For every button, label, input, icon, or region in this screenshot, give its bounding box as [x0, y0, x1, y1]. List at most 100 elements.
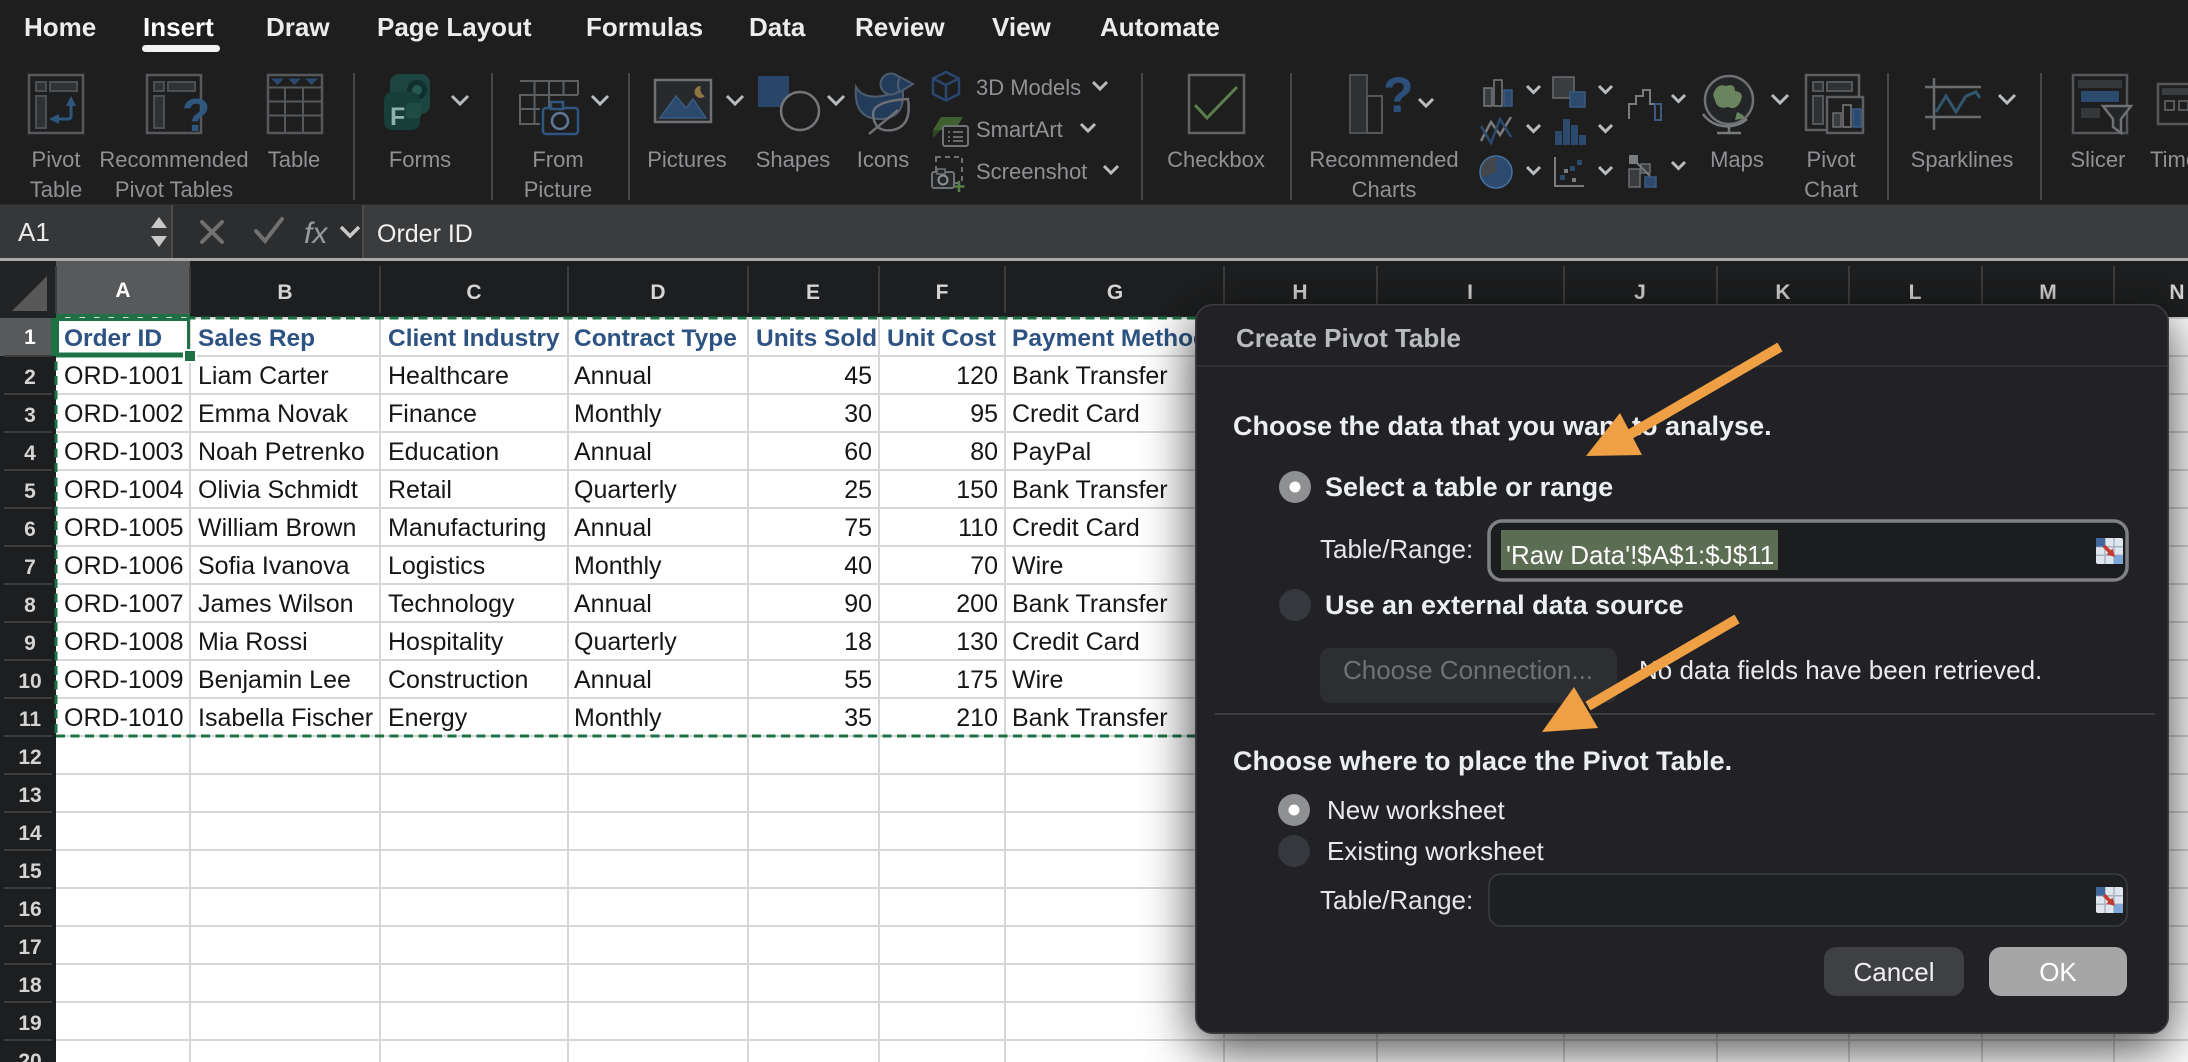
svg-text:ORD-1008: ORD-1008 [64, 628, 184, 656]
svg-text:18: 18 [18, 974, 42, 997]
svg-text:OK: OK [2039, 957, 2077, 987]
svg-text:PayPal: PayPal [1012, 438, 1091, 466]
svg-text:ORD-1002: ORD-1002 [64, 400, 184, 428]
svg-text:N: N [2169, 281, 2184, 304]
svg-text:Credit Card: Credit Card [1012, 628, 1140, 656]
svg-text:30: 30 [844, 400, 872, 428]
svg-text:James Wilson: James Wilson [198, 590, 354, 618]
svg-text:Bank Transfer: Bank Transfer [1012, 590, 1168, 618]
svg-text:Time: Time [2150, 147, 2188, 172]
svg-text:ORD-1004: ORD-1004 [64, 476, 184, 504]
svg-text:Logistics: Logistics [388, 552, 485, 580]
svg-text:Chart: Chart [1804, 177, 1858, 202]
svg-text:3D Models: 3D Models [976, 75, 1081, 100]
svg-text:D: D [650, 281, 665, 304]
svg-text:Home: Home [24, 12, 96, 42]
svg-text:Create Pivot Table: Create Pivot Table [1236, 323, 1461, 353]
svg-text:Sofia Ivanova: Sofia Ivanova [198, 552, 350, 580]
svg-text:25: 25 [844, 476, 872, 504]
svg-text:1: 1 [24, 326, 36, 349]
svg-text:G: G [1107, 281, 1123, 304]
svg-text:18: 18 [844, 628, 872, 656]
svg-text:A: A [115, 279, 130, 302]
svg-text:Maps: Maps [1710, 147, 1764, 172]
svg-text:SmartArt: SmartArt [976, 117, 1063, 142]
svg-text:Bank Transfer: Bank Transfer [1012, 362, 1168, 390]
svg-text:Hospitality: Hospitality [388, 628, 504, 656]
svg-text:Data: Data [749, 12, 806, 42]
svg-text:Annual: Annual [574, 666, 652, 694]
svg-text:10: 10 [18, 670, 41, 693]
svg-text:Contract Type: Contract Type [574, 325, 737, 352]
svg-text:Checkbox: Checkbox [1167, 147, 1265, 172]
svg-text:Sparklines: Sparklines [1911, 147, 2014, 172]
svg-text:Use an external data source: Use an external data source [1325, 590, 1684, 620]
svg-text:Insert: Insert [143, 12, 214, 42]
svg-text:12: 12 [18, 746, 41, 769]
svg-text:Mia Rossi: Mia Rossi [198, 628, 308, 656]
svg-text:Units Sold: Units Sold [756, 325, 877, 352]
svg-text:Shapes: Shapes [756, 147, 831, 172]
svg-text:60: 60 [844, 438, 872, 466]
svg-text:From: From [532, 147, 583, 172]
svg-text:Construction: Construction [388, 666, 528, 694]
svg-text:5: 5 [24, 480, 36, 503]
svg-text:fx: fx [304, 217, 328, 250]
svg-text:Icons: Icons [857, 147, 910, 172]
svg-text:Annual: Annual [574, 362, 652, 390]
svg-text:Forms: Forms [389, 147, 451, 172]
svg-text:Retail: Retail [388, 476, 452, 504]
svg-text:45: 45 [844, 362, 872, 390]
svg-text:175: 175 [956, 666, 998, 694]
svg-text:M: M [2039, 281, 2057, 304]
svg-text:Choose where to place the Pivo: Choose where to place the Pivot Table. [1233, 746, 1732, 776]
svg-text:ORD-1010: ORD-1010 [64, 704, 184, 732]
svg-text:ORD-1007: ORD-1007 [64, 590, 184, 618]
svg-text:Energy: Energy [388, 704, 468, 732]
svg-text:Screenshot: Screenshot [976, 159, 1087, 184]
svg-text:ORD-1003: ORD-1003 [64, 438, 184, 466]
svg-text:William Brown: William Brown [198, 514, 356, 542]
svg-text:Annual: Annual [574, 590, 652, 618]
svg-text:Wire: Wire [1012, 552, 1063, 580]
svg-text:Table/Range:: Table/Range: [1320, 534, 1473, 564]
svg-text:?: ? [1383, 67, 1414, 123]
svg-text:Pivot: Pivot [1807, 147, 1856, 172]
svg-text:Order ID: Order ID [64, 325, 162, 352]
svg-text:Emma Novak: Emma Novak [198, 400, 349, 428]
svg-text:L: L [1909, 281, 1922, 304]
svg-text:Client Industry: Client Industry [388, 325, 560, 352]
svg-text:Liam Carter: Liam Carter [198, 362, 329, 390]
svg-text:Table/Range:: Table/Range: [1320, 885, 1473, 915]
svg-text:Pivot: Pivot [32, 147, 81, 172]
svg-text:F: F [390, 103, 405, 131]
svg-text:70: 70 [970, 552, 998, 580]
svg-text:Choose Connection...: Choose Connection... [1343, 655, 1593, 685]
svg-text:6: 6 [24, 518, 36, 541]
svg-text:Table: Table [30, 177, 83, 202]
svg-text:55: 55 [844, 666, 872, 694]
svg-text:Quarterly: Quarterly [574, 628, 677, 656]
svg-text:ORD-1006: ORD-1006 [64, 552, 184, 580]
svg-text:75: 75 [844, 514, 872, 542]
svg-text:Annual: Annual [574, 514, 652, 542]
svg-text:Existing worksheet: Existing worksheet [1327, 836, 1545, 866]
svg-text:15: 15 [18, 860, 42, 883]
svg-text:Automate: Automate [1100, 12, 1220, 42]
svg-text:Pictures: Pictures [647, 147, 726, 172]
svg-text:Credit Card: Credit Card [1012, 514, 1140, 542]
svg-text:H: H [1292, 281, 1307, 304]
svg-text:View: View [992, 12, 1052, 42]
svg-text:Credit Card: Credit Card [1012, 400, 1140, 428]
svg-text:Recommended: Recommended [1309, 147, 1458, 172]
svg-text:A1: A1 [18, 217, 50, 247]
svg-text:Page Layout: Page Layout [377, 12, 532, 42]
svg-text:Education: Education [388, 438, 499, 466]
svg-text:Charts: Charts [1352, 177, 1417, 202]
svg-text:14: 14 [18, 822, 42, 845]
svg-text:40: 40 [844, 552, 872, 580]
svg-text:Isabella Fischer: Isabella Fischer [198, 704, 373, 732]
svg-text:Cancel: Cancel [1854, 957, 1935, 987]
svg-text:2: 2 [24, 366, 36, 389]
svg-text:ORD-1009: ORD-1009 [64, 666, 184, 694]
